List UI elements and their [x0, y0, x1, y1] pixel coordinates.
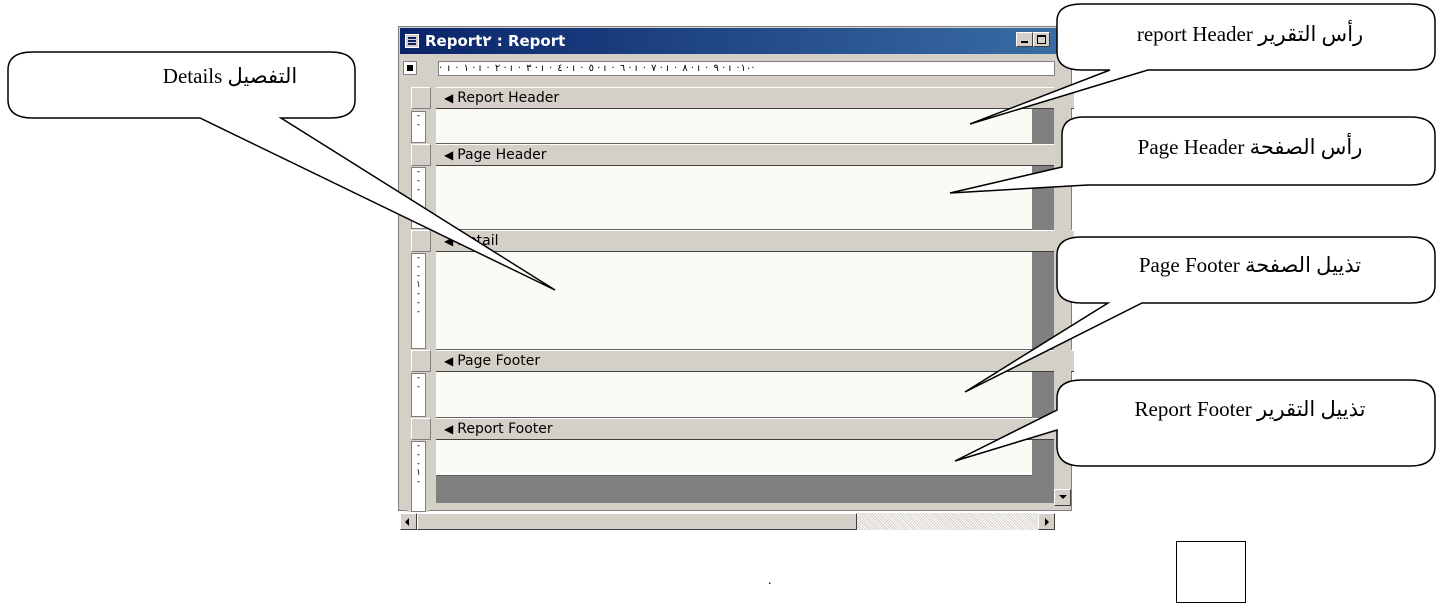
callout-report-header-text: رأس التقرير report Header: [1136, 22, 1364, 46]
callout-page-footer-text: تذييل الصفحة Page Footer: [1138, 253, 1362, 277]
period-mark: .: [768, 573, 772, 588]
callout-shapes: [7, 3, 1436, 467]
empty-square: [1176, 541, 1246, 603]
callout-page-header-text: رأس الصفحة Page Header: [1137, 135, 1363, 159]
callout-details-text: التفصيل Details: [162, 64, 298, 88]
callout-report-footer: [954, 379, 1436, 467]
callout-report-footer-text: تذييل التقرير Report Footer: [1134, 397, 1366, 421]
